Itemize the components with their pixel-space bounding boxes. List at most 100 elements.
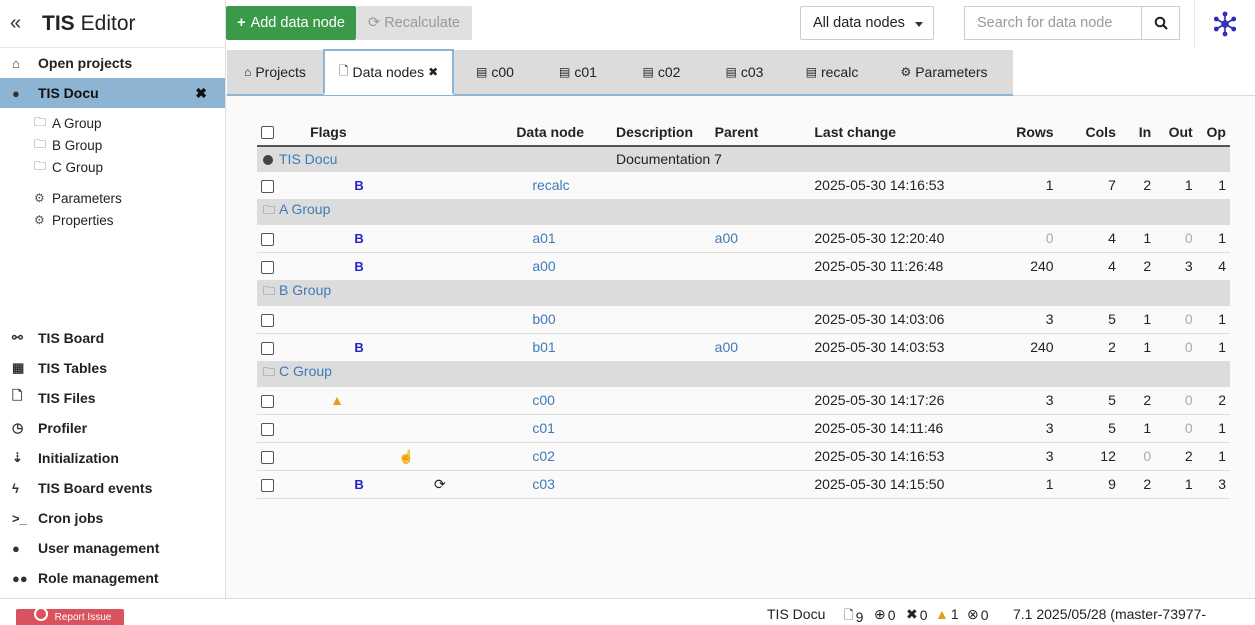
flag-cell [350, 305, 401, 334]
header-cols[interactable]: Cols [1057, 118, 1120, 147]
op-cell: 3 [1196, 470, 1230, 499]
close-tab-icon[interactable]: ✖ [428, 65, 438, 79]
group-link[interactable]: C Group [279, 363, 332, 379]
table-row[interactable]: B a00 2025-05-30 11:26:48 240 4 2 3 4 [257, 252, 1230, 281]
row-checkbox[interactable] [261, 341, 274, 355]
group-link[interactable]: A Group [279, 201, 330, 217]
nav-project-tis-docu[interactable]: ● TIS Docu ✖ [0, 78, 225, 108]
tree-parameters-label: Parameters [52, 190, 122, 206]
lightbulb-icon [34, 607, 48, 621]
nav-tis-tables[interactable]: ▦ TIS Tables [0, 353, 226, 383]
tab-parameters[interactable]: ⚙ Parameters [878, 50, 1010, 94]
data-node-link[interactable]: c00 [532, 392, 555, 408]
nav-profiler[interactable]: ◷ Profiler [0, 413, 226, 443]
recalculate-button[interactable]: ⟳ Recalculate [356, 6, 472, 40]
nav-user-management[interactable]: ● User management [0, 533, 226, 563]
row-select-cell [257, 171, 287, 200]
flag-cell [450, 305, 513, 334]
app-logo [1194, 0, 1255, 48]
nav-open-projects[interactable]: ⌂ Open projects [0, 48, 225, 78]
header-parent[interactable]: Parent [710, 118, 811, 147]
table-row[interactable]: c01 2025-05-30 14:11:46 3 5 1 0 1 [257, 414, 1230, 443]
flag-cell [286, 333, 351, 362]
tab-recalc[interactable]: ▤ recalc [786, 50, 878, 94]
tab-label: c00 [491, 64, 514, 80]
row-checkbox[interactable] [261, 232, 274, 246]
tab-c00[interactable]: ▤ c00 [454, 50, 536, 94]
data-node-link[interactable]: c01 [532, 420, 555, 436]
status-bar: Report Issue TIS Docu 🗋 9 ⊕ 0 ✖ 0 ▲ 1 ⊗ … [0, 598, 1255, 625]
tab-c02[interactable]: ▤ c02 [620, 50, 703, 94]
nav-initialization[interactable]: ⇣ Initialization [0, 443, 226, 473]
collapse-sidebar-icon[interactable]: « [10, 12, 42, 35]
table-row[interactable]: ☝ c02 2025-05-30 14:16:53 3 12 0 2 1 [257, 442, 1230, 471]
data-node-filter-select[interactable]: All data nodes [800, 6, 934, 40]
parent-link[interactable]: a00 [715, 339, 738, 355]
row-checkbox[interactable] [261, 422, 274, 436]
row-checkbox[interactable] [261, 450, 274, 464]
data-node-link[interactable]: a00 [532, 258, 555, 274]
tab-c03[interactable]: ▤ c03 [703, 50, 786, 94]
header-op[interactable]: Op [1196, 118, 1230, 147]
row-checkbox[interactable] [261, 394, 274, 408]
tab-c01[interactable]: ▤ c01 [536, 50, 620, 94]
row-checkbox[interactable] [261, 260, 274, 274]
tree-group-a[interactable]: 🗀 A Group [0, 112, 225, 134]
plus-circle-icon: ⊕ [874, 606, 886, 622]
project-link[interactable]: TIS Docu [279, 151, 337, 167]
header-out[interactable]: Out [1155, 118, 1197, 147]
parent-cell [710, 442, 811, 471]
data-node-link[interactable]: a01 [532, 230, 555, 246]
add-data-node-button[interactable]: + Add data node [226, 6, 356, 40]
data-node-link[interactable]: c03 [532, 476, 555, 492]
table-row[interactable]: B a01 a00 2025-05-30 12:20:40 0 4 1 0 1 [257, 224, 1230, 253]
row-select-cell [257, 333, 287, 362]
table-row[interactable]: B ⟳ c03 2025-05-30 14:15:50 1 9 2 1 3 [257, 470, 1230, 499]
tree-parameters[interactable]: ⚙ Parameters [0, 187, 225, 209]
parent-link[interactable]: a00 [715, 230, 738, 246]
group-link[interactable]: B Group [279, 282, 331, 298]
close-project-icon[interactable]: ✖ [195, 85, 207, 102]
header-op-label: Op [1206, 123, 1226, 140]
row-checkbox[interactable] [261, 313, 274, 327]
table-row[interactable]: B b01 a00 2025-05-30 14:03:53 240 2 1 0 … [257, 333, 1230, 362]
data-node-link[interactable]: b01 [532, 339, 555, 355]
header-description[interactable]: Description [612, 118, 711, 147]
header-data-node[interactable]: Data node [512, 118, 613, 147]
op-cell: 1 [1196, 224, 1230, 253]
data-node-link[interactable]: c02 [532, 448, 555, 464]
nav-tis-files[interactable]: 🗋 TIS Files [0, 383, 226, 413]
row-checkbox[interactable] [261, 179, 274, 193]
nav-cron-jobs[interactable]: >_ Cron jobs [0, 503, 226, 533]
select-all-checkbox[interactable] [261, 126, 274, 140]
data-node-link[interactable]: b00 [532, 311, 555, 327]
search-input[interactable] [964, 6, 1142, 40]
header-in[interactable]: In [1119, 118, 1156, 147]
tree-group-b[interactable]: 🗀 B Group [0, 134, 225, 156]
search-button[interactable] [1141, 6, 1180, 40]
flag-b: B [354, 231, 364, 246]
table-row[interactable]: B recalc 2025-05-30 14:16:53 1 7 2 1 1 [257, 171, 1230, 200]
users-icon: ●● [12, 570, 28, 586]
nav-role-management[interactable]: ●● Role management [0, 563, 226, 593]
database-icon: ▤ [725, 65, 737, 79]
in-cell: 1 [1119, 333, 1156, 362]
nav-tis-board[interactable]: ⚯ TIS Board [0, 323, 226, 353]
group-cell: 🗀 C Group [257, 361, 1230, 387]
table-row[interactable]: b00 2025-05-30 14:03:06 3 5 1 0 1 [257, 305, 1230, 334]
table-row[interactable]: ▲ c00 2025-05-30 14:17:26 3 5 2 0 2 [257, 386, 1230, 415]
flag-cell: B [350, 171, 401, 200]
data-node-link[interactable]: recalc [532, 177, 569, 193]
tab-projects[interactable]: ⌂ Projects [227, 50, 323, 94]
header-rows[interactable]: Rows [966, 118, 1058, 147]
header-last-change[interactable]: Last change [810, 118, 967, 147]
tree-group-c[interactable]: 🗀 C Group [0, 156, 225, 178]
row-checkbox[interactable] [261, 478, 274, 492]
tree-properties[interactable]: ⚙ Properties [0, 209, 225, 231]
sort-numeric-icon: ⇣ [12, 450, 23, 465]
nav-board-events[interactable]: ϟ TIS Board events [0, 473, 226, 503]
tab-data-nodes[interactable]: 🗋 Data nodes ✖ [323, 49, 454, 95]
rows-cell: 3 [966, 414, 1058, 443]
file-icon: 🗋 [844, 608, 854, 622]
report-issue-button[interactable]: Report Issue [16, 607, 124, 625]
